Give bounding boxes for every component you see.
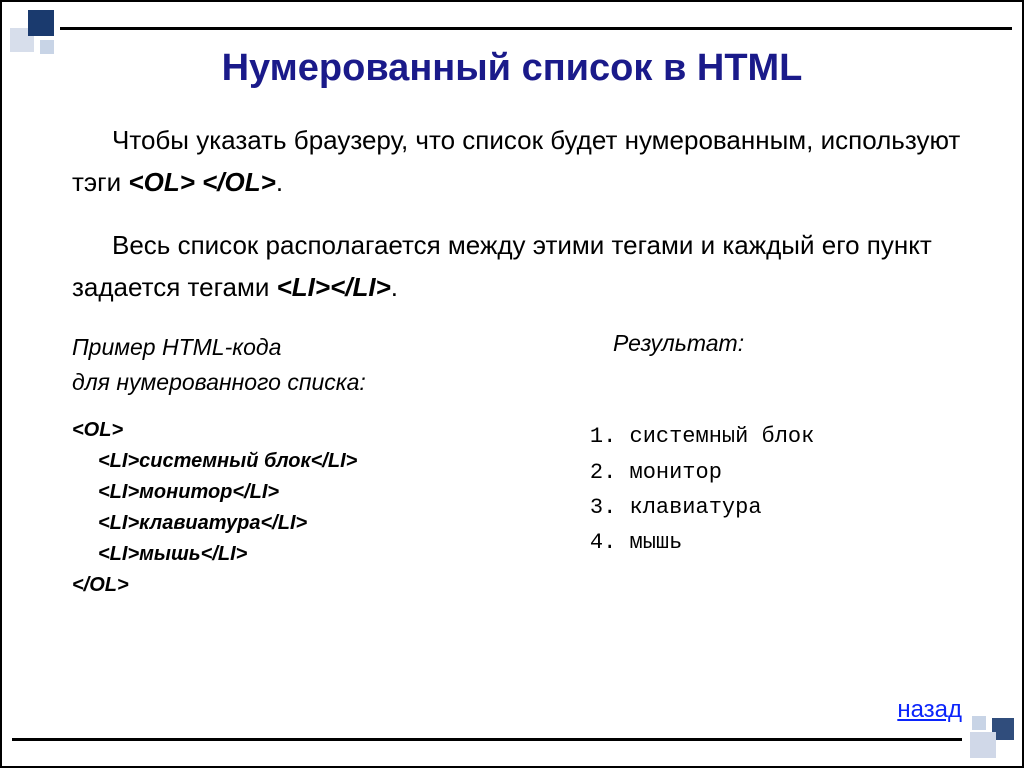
- paragraph-2-text: Весь список располагается между этими те…: [72, 230, 932, 302]
- bottom-border-line: [12, 738, 962, 741]
- code-line: <LI>монитор</LI>: [72, 477, 540, 508]
- corner-decoration-bottom-right: [958, 702, 1014, 758]
- list-item: мышь: [630, 525, 983, 560]
- back-link[interactable]: назад: [897, 696, 962, 724]
- tag-ol-close: </OL>: [202, 167, 276, 197]
- subheading-example: Пример HTML-кода для нумерованного списк…: [42, 330, 523, 399]
- paragraph-1: Чтобы указать браузеру, что список будет…: [42, 120, 982, 203]
- list-item: монитор: [630, 455, 983, 490]
- code-line: <OL>: [72, 415, 540, 446]
- tag-li-open: <LI>: [277, 272, 330, 302]
- result-output: системный блок монитор клавиатура мышь: [540, 415, 983, 601]
- code-line: <LI>клавиатура</LI>: [72, 508, 540, 539]
- top-border-line: [60, 27, 1012, 30]
- code-example: <OL> <LI>системный блок</LI> <LI>монитор…: [42, 415, 540, 601]
- list-item: клавиатура: [630, 490, 983, 525]
- example-row: <OL> <LI>системный блок</LI> <LI>монитор…: [42, 415, 982, 601]
- code-line: </OL>: [72, 570, 540, 601]
- page-title: Нумерованный список в HTML: [42, 47, 982, 90]
- list-item: системный блок: [630, 419, 983, 454]
- code-line: <LI>мышь</LI>: [72, 539, 540, 570]
- paragraph-2: Весь список располагается между этими те…: [42, 225, 982, 308]
- code-line: <LI>системный блок</LI>: [72, 446, 540, 477]
- subheading-result: Результат:: [523, 330, 982, 399]
- subheading-row: Пример HTML-кода для нумерованного списк…: [42, 330, 982, 399]
- tag-li-close: </LI>: [330, 272, 391, 302]
- slide-content: Нумерованный список в HTML Чтобы указать…: [42, 47, 982, 721]
- tag-ol-open: <OL>: [128, 167, 194, 197]
